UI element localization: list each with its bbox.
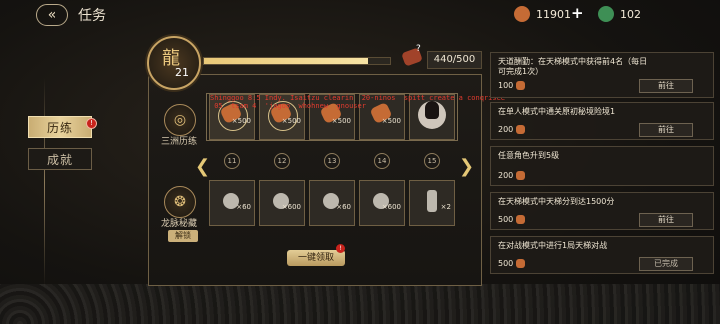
jade-count: 102 bbox=[620, 7, 641, 21]
reward-qty: ×500 bbox=[331, 117, 351, 125]
reward-amount: 200 bbox=[498, 125, 514, 134]
level-marker: 12 bbox=[274, 153, 290, 169]
reward-qty: ×600 bbox=[381, 203, 401, 211]
level-marker: 11 bbox=[224, 153, 240, 169]
quest-completed-button[interactable]: 已完成 bbox=[639, 257, 693, 271]
reward-cell-locked[interactable]: ×60 bbox=[209, 180, 255, 226]
gem-icon bbox=[516, 171, 526, 180]
track-name: 龙脉秘藏 bbox=[160, 219, 197, 229]
quest-text: 任意角色升到5级 bbox=[498, 151, 560, 160]
quest-reward: 500 bbox=[498, 215, 526, 224]
gem-icon bbox=[516, 125, 526, 134]
quest-text: 在单人模式中通关原初秘境险境1 bbox=[498, 107, 616, 116]
xp-progress-bar bbox=[203, 57, 391, 65]
back-button[interactable]: « bbox=[36, 4, 68, 26]
gem-currency: 11901 bbox=[514, 6, 571, 22]
reward-cell-locked[interactable]: ×600 bbox=[359, 180, 405, 226]
reward-amount: 500 bbox=[498, 215, 514, 224]
jade-icon bbox=[598, 6, 614, 22]
overlay-debug-text: Shinggoo 8:5 Indy. Isaitzu clearin 20-ni… bbox=[210, 94, 505, 110]
chevron-left-icon[interactable]: ❮ bbox=[195, 156, 210, 177]
add-currency-button[interactable]: + bbox=[571, 4, 584, 22]
reward-cell-locked[interactable]: ×2 bbox=[409, 180, 455, 226]
gem-icon bbox=[516, 259, 526, 268]
reward-qty: ×500 bbox=[381, 117, 401, 125]
quest-reward: 200 bbox=[498, 171, 526, 180]
level-marker: 15 bbox=[424, 153, 440, 169]
unlock-button[interactable]: 解锁 bbox=[168, 230, 198, 242]
quest-text: 天道酬勤：在天梯模式中获得前4名（每日可完成1次） bbox=[498, 57, 648, 76]
gem-icon bbox=[516, 215, 526, 224]
level-medal: 龍 bbox=[147, 36, 201, 90]
track-name: 三洲历练 bbox=[160, 137, 197, 147]
reward-amount: 100 bbox=[498, 81, 514, 90]
nav-tab-label: 成就 bbox=[46, 152, 73, 167]
back-arrow-icon: « bbox=[47, 7, 57, 23]
reward-qty: ×60 bbox=[236, 203, 251, 211]
reward-qty: ×600 bbox=[281, 203, 301, 211]
nav-tab-training[interactable]: 历练 bbox=[28, 116, 92, 138]
reward-cell-locked[interactable]: ×60 bbox=[309, 180, 355, 226]
xp-text: 440/500 bbox=[427, 51, 482, 69]
scroll-icon bbox=[427, 190, 437, 212]
help-icon[interactable]: ? bbox=[416, 44, 421, 54]
decorative-wave bbox=[0, 284, 720, 324]
reward-cell-locked[interactable]: ×600 bbox=[259, 180, 305, 226]
reward-qty: ×60 bbox=[336, 203, 351, 211]
spiral-track-icon[interactable]: ◎ bbox=[164, 104, 196, 136]
page-title: 任务 bbox=[78, 8, 106, 24]
nav-alert-badge: ! bbox=[86, 118, 97, 129]
quest-item: 任意角色升到5级 200 bbox=[490, 146, 714, 186]
quest-goto-button[interactable]: 前往 bbox=[639, 213, 693, 227]
reward-amount: 500 bbox=[498, 259, 514, 268]
reward-qty: ×2 bbox=[440, 203, 451, 211]
reward-qty: ×500 bbox=[281, 117, 301, 125]
quest-item: 在天梯模式中天梯分到达1500分 500 前往 bbox=[490, 192, 714, 230]
quest-goto-button[interactable]: 前往 bbox=[639, 79, 693, 93]
quest-item: 在单人模式中通关原初秘境险境1 200 前往 bbox=[490, 102, 714, 140]
level-marker: 13 bbox=[324, 153, 340, 169]
quest-goto-button[interactable]: 前往 bbox=[639, 123, 693, 137]
chevron-right-icon[interactable]: ❯ bbox=[459, 156, 474, 177]
gem-count: 11901 bbox=[536, 7, 571, 21]
reward-qty: ×500 bbox=[231, 117, 251, 125]
nav-tab-label: 历练 bbox=[46, 120, 73, 135]
quest-reward: 500 bbox=[498, 259, 526, 268]
nav-tab-achievements[interactable]: 成就 bbox=[28, 148, 92, 170]
claim-all-button[interactable]: 一键领取 bbox=[287, 250, 345, 266]
level-number: 21 bbox=[175, 66, 189, 79]
level-marker: 14 bbox=[374, 153, 390, 169]
xp-progress-fill bbox=[204, 58, 368, 64]
quest-text: 在天梯模式中天梯分到达1500分 bbox=[498, 197, 615, 206]
claim-alert-badge: ! bbox=[336, 244, 345, 253]
jade-currency: 102 bbox=[598, 6, 641, 22]
gem-icon bbox=[516, 81, 526, 90]
dragon-track-icon[interactable]: ❂ bbox=[164, 186, 196, 218]
quest-item: 在对战模式中进行1局天梯对战 500 已完成 bbox=[490, 236, 714, 274]
nav-divider bbox=[44, 78, 45, 288]
reward-amount: 200 bbox=[498, 171, 514, 180]
quest-item: 天道酬勤：在天梯模式中获得前4名（每日可完成1次） 100 前往 bbox=[490, 52, 714, 98]
quest-reward: 200 bbox=[498, 125, 526, 134]
quest-reward: 100 bbox=[498, 81, 526, 90]
quest-text: 在对战模式中进行1局天梯对战 bbox=[498, 241, 608, 250]
gem-icon bbox=[514, 6, 530, 22]
